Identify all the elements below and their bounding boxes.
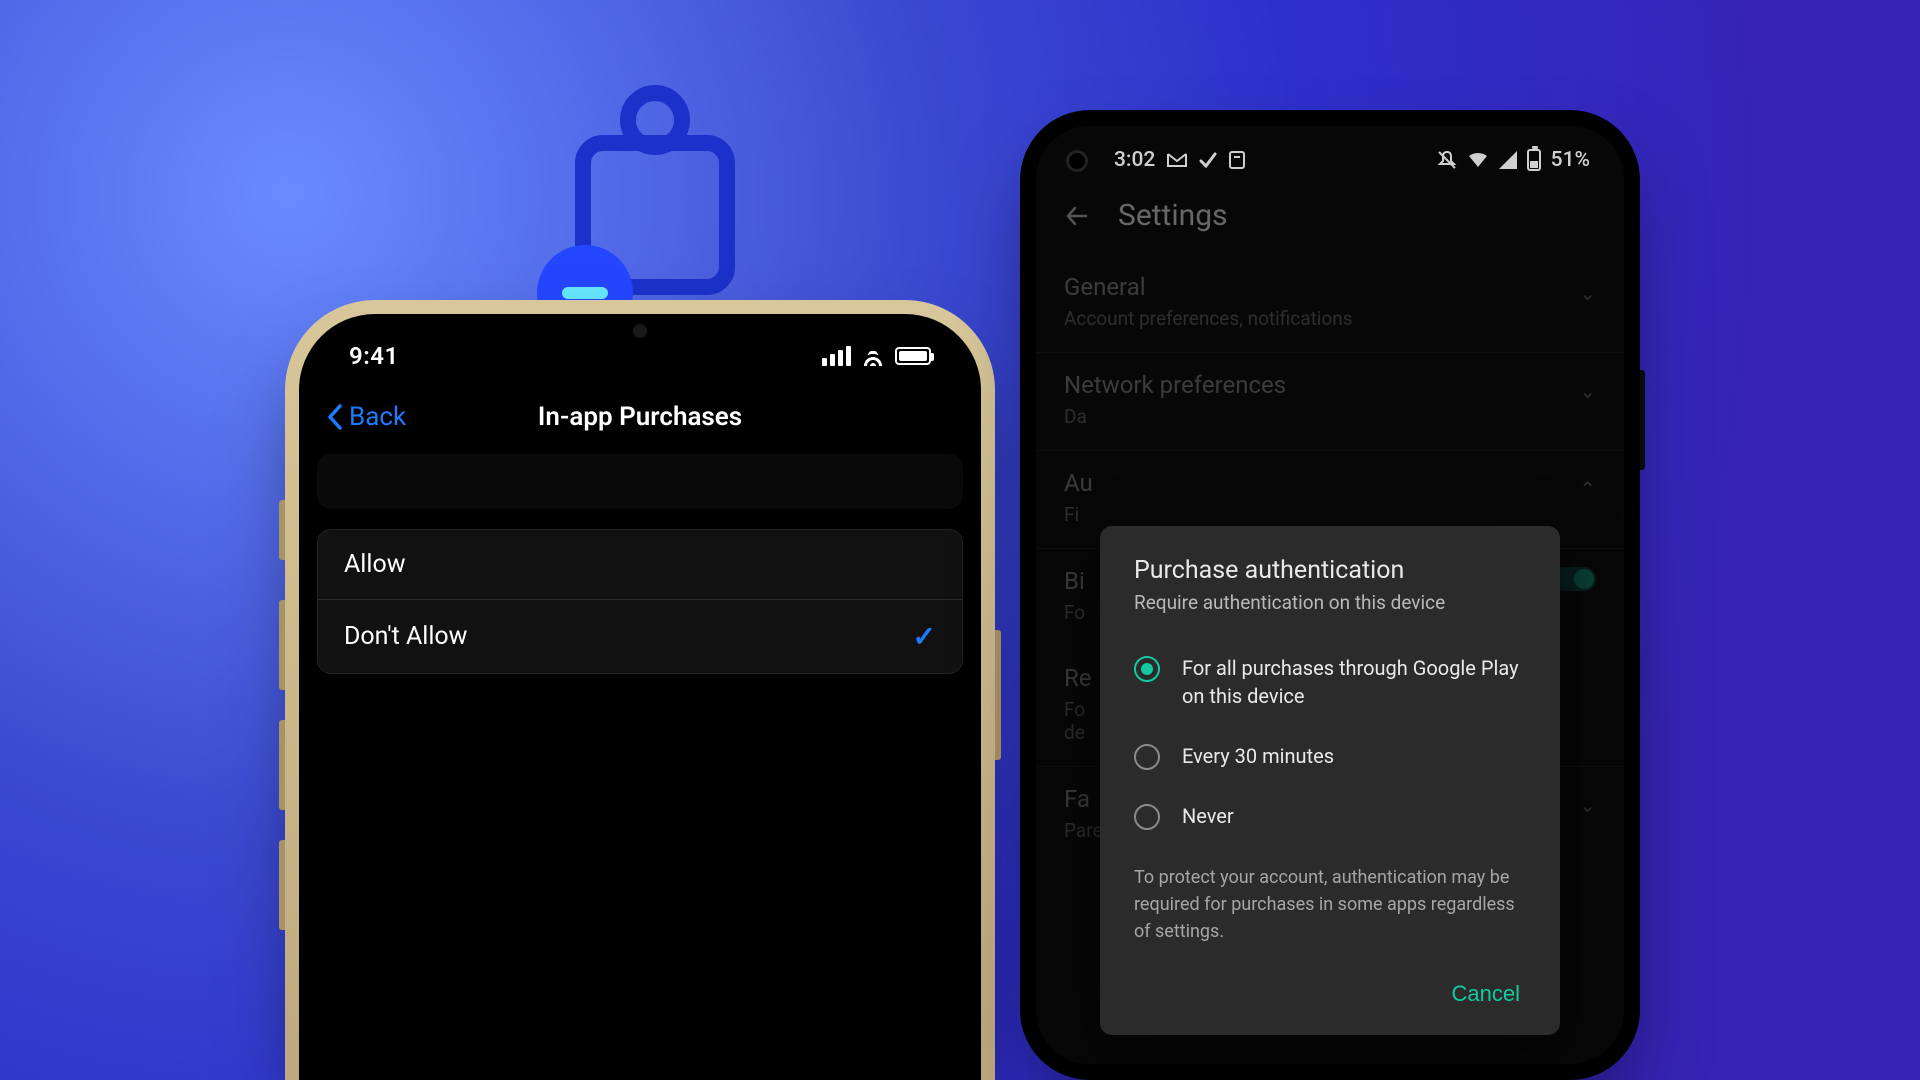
android-time: 3:02 [1114, 148, 1155, 172]
battery-icon [1527, 149, 1541, 171]
radio-icon [1134, 744, 1160, 770]
dialog-title: Purchase authentication [1134, 556, 1526, 585]
radio-option-all[interactable]: For all purchases through Google Play on… [1134, 638, 1526, 726]
battery-icon [895, 347, 931, 365]
option-dont-allow[interactable]: Don't Allow ✓ [318, 599, 962, 673]
options-group: Allow Don't Allow ✓ [317, 529, 963, 674]
purchase-auth-dialog: Purchase authentication Require authenti… [1100, 526, 1560, 1035]
radio-label: For all purchases through Google Play on… [1182, 654, 1526, 710]
dnd-icon [1437, 150, 1457, 170]
wifi-icon [1467, 151, 1489, 169]
gmail-icon [1167, 152, 1187, 168]
cellular-icon [1499, 151, 1517, 169]
option-allow[interactable]: Allow [318, 530, 962, 599]
check-icon [1199, 151, 1217, 169]
checkmark-icon: ✓ [913, 620, 936, 653]
dialog-note: To protect your account, authentication … [1134, 864, 1526, 945]
radio-label: Every 30 minutes [1182, 742, 1334, 770]
android-status-bar: 3:02 51% [1036, 126, 1624, 180]
cellular-icon [822, 346, 851, 366]
front-camera [1066, 150, 1088, 172]
battery-percent: 51% [1551, 148, 1590, 172]
wifi-icon [861, 346, 885, 366]
settings-spacer [317, 454, 963, 509]
radio-option-never[interactable]: Never [1134, 786, 1526, 846]
radio-icon [1134, 656, 1160, 682]
back-button[interactable]: Back [327, 402, 406, 432]
iphone-frame: 9:41 Back In-app Purchases Allow [285, 300, 995, 1080]
app-icon [1229, 151, 1245, 169]
back-label: Back [349, 402, 406, 432]
radio-icon [1134, 804, 1160, 830]
option-label: Allow [344, 550, 406, 579]
pixel-frame: 3:02 51% Settings [1020, 110, 1640, 1080]
shopping-block-icon [525, 85, 770, 330]
radio-option-30min[interactable]: Every 30 minutes [1134, 726, 1526, 786]
dialog-subtitle: Require authentication on this device [1134, 591, 1526, 614]
option-label: Don't Allow [344, 622, 467, 651]
radio-label: Never [1182, 802, 1234, 830]
cancel-button[interactable]: Cancel [1446, 973, 1526, 1015]
ios-time: 9:41 [349, 342, 399, 370]
